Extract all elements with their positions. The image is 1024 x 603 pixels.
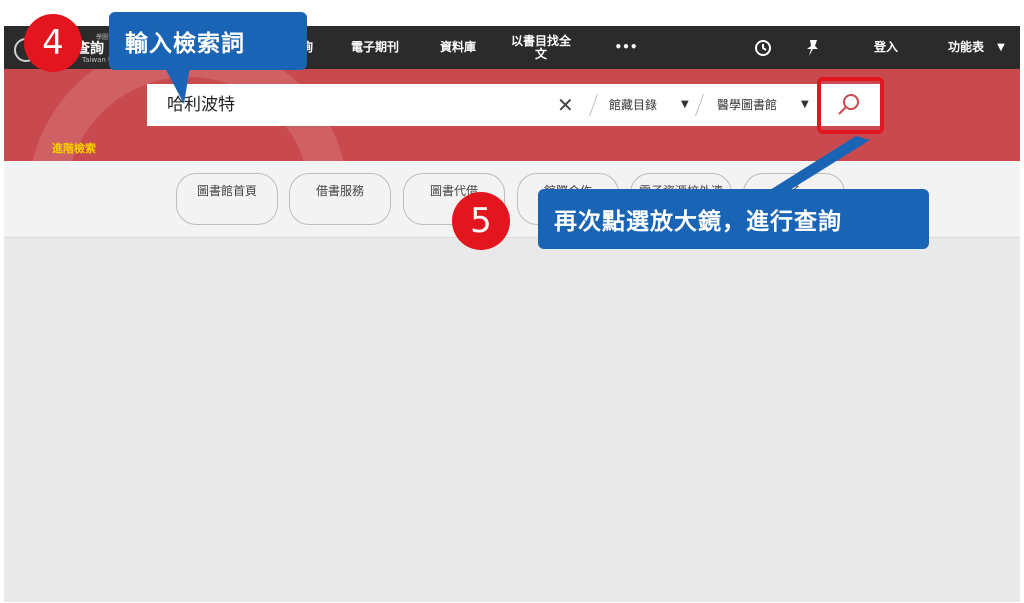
step-4-callout: 輸入檢索詞 xyxy=(109,12,307,70)
callout-5-pointer xyxy=(770,136,870,190)
search-button-highlight xyxy=(817,77,884,134)
step-5-callout: 再次點選放大鏡，進行查詢 xyxy=(538,189,929,249)
step-5-badge: 5 xyxy=(452,192,510,250)
callout-4-pointer xyxy=(164,66,190,104)
step-4-badge: 4 xyxy=(24,14,82,72)
